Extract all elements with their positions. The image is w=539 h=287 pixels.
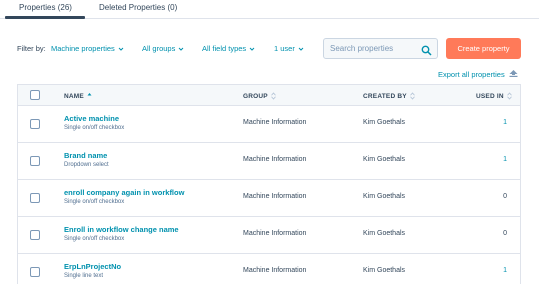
property-group: Machine Information <box>243 267 307 274</box>
column-header-used-in[interactable]: USED IN <box>476 92 512 100</box>
column-group-label: GROUP <box>243 92 268 100</box>
filter-group-label: All groups <box>142 44 176 53</box>
sort-icon <box>271 92 276 100</box>
property-name-link[interactable]: Active machine <box>64 114 119 123</box>
table-row: Enroll in workflow change name Single on… <box>17 217 521 254</box>
column-header-name[interactable]: NAME <box>64 92 92 100</box>
row-checkbox[interactable] <box>30 230 40 240</box>
tab-bar: Properties (26) Deleted Properties (0) <box>0 0 539 19</box>
property-type: Single on/off checkbox <box>64 125 125 131</box>
filter-field-type-label: All field types <box>202 44 247 53</box>
filter-group-dropdown[interactable]: All groups <box>142 44 184 53</box>
column-header-created-by[interactable]: CREATED BY <box>363 92 415 100</box>
property-name-link[interactable]: ErpLnProjectNo <box>64 262 121 271</box>
search-icon[interactable] <box>421 43 432 56</box>
property-created-by: Kim Goethals <box>363 193 406 200</box>
export-all-properties-link[interactable]: Export all properties <box>438 70 518 79</box>
filter-user-label: 1 user <box>274 44 295 53</box>
property-group: Machine Information <box>243 230 307 237</box>
chevron-down-icon <box>178 46 184 52</box>
table-header: NAME GROUP CREATED BY USED IN <box>17 84 521 106</box>
property-type: Dropdown select <box>64 162 109 168</box>
property-name-link[interactable]: Enroll in workflow change name <box>64 225 179 234</box>
property-created-by: Kim Goethals <box>363 156 406 163</box>
search-input[interactable] <box>324 39 419 58</box>
row-checkbox[interactable] <box>30 193 40 203</box>
filter-label: Filter by: <box>17 44 46 53</box>
property-name-link[interactable]: Brand name <box>64 151 107 160</box>
property-used-in-link[interactable]: 1 <box>503 156 507 163</box>
select-all-checkbox[interactable] <box>30 90 40 100</box>
table-row: Active machine Single on/off checkbox Ma… <box>17 106 521 143</box>
filter-field-type-dropdown[interactable]: All field types <box>202 44 255 53</box>
row-checkbox[interactable] <box>30 267 40 277</box>
sort-icon <box>409 92 415 100</box>
filter-user-dropdown[interactable]: 1 user <box>274 44 304 53</box>
chevron-down-icon <box>118 46 124 52</box>
property-group: Machine Information <box>243 193 307 200</box>
property-used-in: 0 <box>503 230 507 237</box>
column-name-label: NAME <box>64 92 84 100</box>
export-icon <box>509 70 518 79</box>
row-checkbox[interactable] <box>30 119 40 129</box>
row-checkbox[interactable] <box>30 156 40 166</box>
property-used-in-link[interactable]: 1 <box>503 267 507 274</box>
property-created-by: Kim Goethals <box>363 119 406 126</box>
filter-object-dropdown[interactable]: Machine properties <box>51 44 124 53</box>
table-row: Brand name Dropdown select Machine Infor… <box>17 143 521 180</box>
export-label: Export all properties <box>438 70 505 79</box>
filter-object-label: Machine properties <box>51 44 115 53</box>
property-used-in: 0 <box>503 193 507 200</box>
column-created-by-label: CREATED BY <box>363 92 407 100</box>
sort-icon <box>506 92 512 100</box>
sort-ascending-icon <box>87 92 92 100</box>
property-name-link[interactable]: enroll company again in workflow <box>64 188 184 197</box>
properties-table: NAME GROUP CREATED BY USED IN Active mac… <box>17 84 521 284</box>
column-header-group[interactable]: GROUP <box>243 92 276 100</box>
property-type: Single on/off checkbox <box>64 199 125 205</box>
property-created-by: Kim Goethals <box>363 230 406 237</box>
table-row: enroll company again in workflow Single … <box>17 180 521 217</box>
table-row: ErpLnProjectNo Single line text Machine … <box>17 254 521 284</box>
property-group: Machine Information <box>243 156 307 163</box>
property-created-by: Kim Goethals <box>363 267 406 274</box>
tab-deleted-properties[interactable]: Deleted Properties (0) <box>99 3 177 12</box>
create-property-button[interactable]: Create property <box>446 38 521 59</box>
column-used-in-label: USED IN <box>476 92 504 100</box>
tab-properties[interactable]: Properties (26) <box>7 3 84 12</box>
active-tab-indicator <box>5 16 85 19</box>
chevron-down-icon <box>298 46 304 52</box>
property-type: Single on/off checkbox <box>64 236 125 242</box>
search-box <box>323 38 438 59</box>
chevron-down-icon <box>249 46 255 52</box>
property-type: Single line text <box>64 273 104 279</box>
property-used-in-link[interactable]: 1 <box>503 119 507 126</box>
property-group: Machine Information <box>243 119 307 126</box>
